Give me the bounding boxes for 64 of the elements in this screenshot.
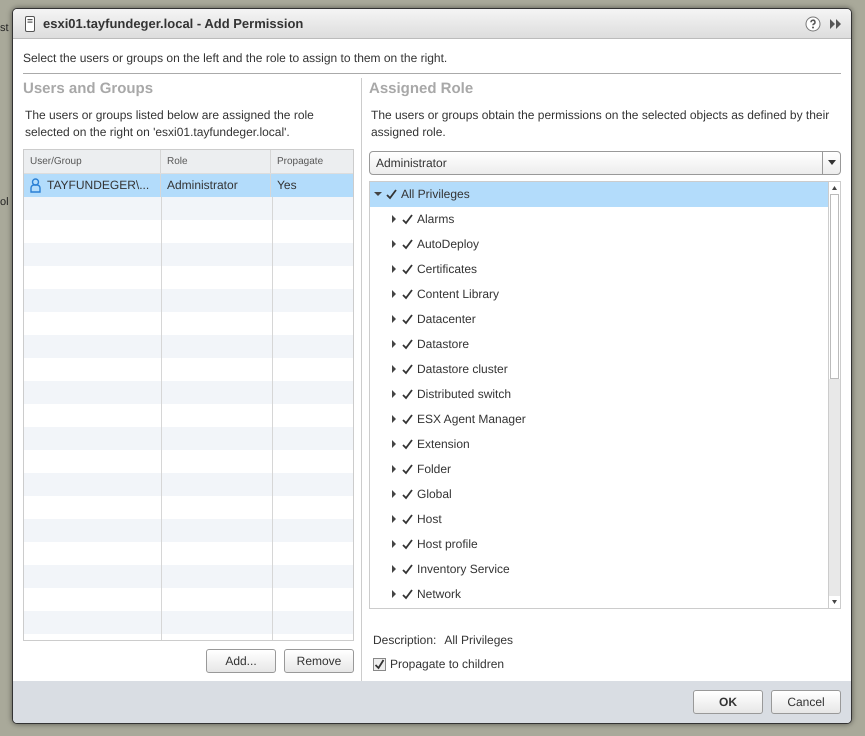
caret-icon xyxy=(828,160,836,165)
expand-arrow-icon[interactable] xyxy=(390,515,398,523)
window-title: esxi01.tayfundeger.local - Add Permission xyxy=(43,14,304,33)
table-cell-text: Yes xyxy=(277,177,297,194)
cancel-button[interactable]: Cancel xyxy=(771,690,841,714)
expand-arrow-icon[interactable] xyxy=(390,440,398,448)
tree-item[interactable]: Host xyxy=(370,506,828,532)
checkbox[interactable] xyxy=(373,658,386,670)
role-dropdown[interactable]: Administrator xyxy=(369,150,841,174)
tree-item[interactable]: Global xyxy=(370,482,828,506)
tree-item[interactable]: AutoDeploy xyxy=(370,232,828,256)
tree-item[interactable]: Extension xyxy=(370,432,828,456)
add-button[interactable]: Add... xyxy=(206,649,276,673)
table-cell-text: Administrator xyxy=(167,177,238,194)
expand-arrow-icon[interactable] xyxy=(390,540,398,548)
table-cell-text: TAYFUNDEGER\... xyxy=(47,177,150,194)
column-header[interactable]: User/Group xyxy=(24,150,161,172)
expand-arrow-icon[interactable] xyxy=(390,265,398,273)
expand-arrow-icon[interactable] xyxy=(390,415,398,423)
remove-button[interactable]: Remove xyxy=(284,649,354,673)
tree-item[interactable]: ESX Agent Manager xyxy=(370,406,828,432)
tree-item[interactable]: Host profile xyxy=(370,532,828,556)
checkbox-label: Propagate to children xyxy=(390,656,504,673)
expand-arrow-icon[interactable] xyxy=(390,590,398,598)
section-heading: Assigned Role xyxy=(369,79,474,99)
description-label: Description: xyxy=(373,632,436,649)
section-description: The users or groups listed below are assigned the role selected on the right on 'esxi01.tayfundeger.local'. xyxy=(25,106,315,140)
ok-button[interactable]: OK xyxy=(693,690,763,714)
expand-arrow-icon[interactable] xyxy=(390,315,398,323)
table-row[interactable]: TAYFUNDEGER\... Administrator Yes xyxy=(24,174,353,196)
user-icon xyxy=(30,178,41,192)
scrollbar[interactable] xyxy=(828,182,840,608)
expand-arrow-icon[interactable] xyxy=(390,365,398,373)
expand-arrow-icon[interactable] xyxy=(390,240,398,248)
tree-item[interactable]: Content Library xyxy=(370,282,828,306)
column-header[interactable]: Role xyxy=(161,150,271,172)
section-heading: Users and Groups xyxy=(23,79,154,99)
expand-arrow-icon[interactable] xyxy=(390,465,398,473)
tree-item[interactable]: Network xyxy=(370,582,828,606)
tree-item[interactable]: Certificates xyxy=(370,256,828,282)
help-icon[interactable] xyxy=(805,16,821,32)
tree-item[interactable]: Datacenter xyxy=(370,306,828,332)
tree-item[interactable]: Alarms xyxy=(370,206,828,232)
column-header[interactable]: Propagate xyxy=(271,150,353,172)
expand-arrow-icon[interactable] xyxy=(390,340,398,348)
expand-arrow-icon[interactable] xyxy=(390,565,398,573)
tree-item[interactable]: Inventory Service xyxy=(370,556,828,582)
expand-arrow-icon[interactable] xyxy=(390,390,398,398)
collapse-arrow-icon[interactable] xyxy=(374,190,382,198)
expand-arrow-icon[interactable] xyxy=(390,215,398,223)
instruction-text: Select the users or groups on the left and the role to assign to them on the right. xyxy=(23,49,841,74)
tree-item[interactable]: Datastore cluster xyxy=(370,356,828,382)
tree-item[interactable]: Datastore xyxy=(370,332,828,356)
expand-arrow-icon[interactable] xyxy=(390,490,398,498)
tree-item[interactable]: Distributed switch xyxy=(370,382,828,406)
expand-arrow-icon[interactable] xyxy=(390,290,398,298)
tree-item[interactable]: Folder xyxy=(370,456,828,482)
background-text: st xyxy=(0,21,9,36)
background-text: ol xyxy=(0,195,9,210)
host-icon xyxy=(25,16,35,32)
section-description: The users or groups obtain the permissions on the selected objects as defined by their assigned role. xyxy=(371,106,830,140)
description-value: All Privileges xyxy=(444,632,514,649)
tree-item[interactable]: All Privileges xyxy=(370,182,828,206)
expand-icon[interactable] xyxy=(829,18,843,30)
